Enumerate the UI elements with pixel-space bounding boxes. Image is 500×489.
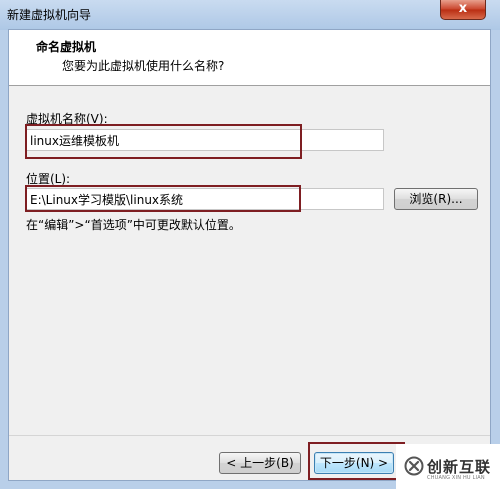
- close-icon: x: [458, 1, 468, 16]
- page-subtitle: 您要为此虚拟机使用什么名称?: [62, 59, 225, 73]
- vm-name-label: 虚拟机名称(V):: [26, 112, 108, 126]
- window-title: 新建虚拟机向导: [7, 8, 92, 22]
- wizard-window: 新建虚拟机向导 x 命名虚拟机 您要为此虚拟机使用什么名称? 虚拟机名称(V):…: [0, 0, 500, 489]
- wizard-header: 命名虚拟机 您要为此虚拟机使用什么名称?: [9, 30, 490, 86]
- browse-button[interactable]: 浏览(R)...: [394, 188, 478, 210]
- brand-logo-icon: [404, 456, 424, 476]
- watermark-brand: 创新互联: [427, 458, 492, 476]
- location-label: 位置(L):: [26, 172, 71, 186]
- footer-divider: [9, 435, 490, 436]
- title-bar[interactable]: 新建虚拟机向导 x: [0, 0, 500, 28]
- back-button[interactable]: < 上一步(B): [219, 452, 301, 474]
- wizard-client-area: 命名虚拟机 您要为此虚拟机使用什么名称? 虚拟机名称(V): 位置(L): 浏览…: [8, 29, 491, 481]
- vm-name-input[interactable]: [27, 130, 383, 150]
- vm-name-field[interactable]: [26, 129, 384, 151]
- next-button[interactable]: 下一步(N) >: [314, 452, 394, 474]
- page-title: 命名虚拟机: [36, 40, 97, 54]
- default-location-hint: 在“编辑”>“首选项”中可更改默认位置。: [26, 218, 241, 232]
- watermark-subtext: CHUANG XIN HU LIAN: [427, 475, 485, 481]
- close-button[interactable]: x: [440, 0, 486, 20]
- location-field[interactable]: [26, 188, 384, 210]
- location-input[interactable]: [27, 189, 383, 209]
